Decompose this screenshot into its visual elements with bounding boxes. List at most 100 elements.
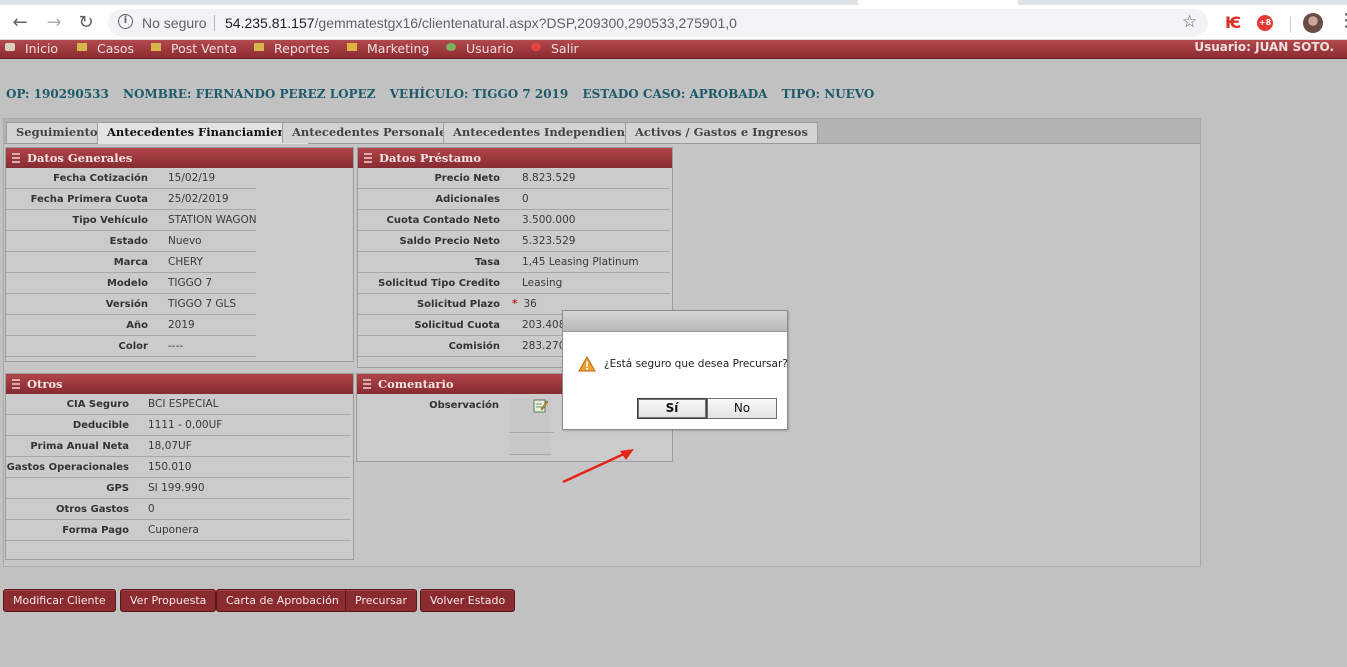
field-value-text: TIGGO 7 GLS bbox=[168, 298, 237, 310]
datos-generales-row: Tipo Vehículo STATION WAGON bbox=[6, 210, 353, 231]
datos-generales-row: Año 2019 bbox=[6, 315, 353, 336]
menu-inicio[interactable]: Inicio bbox=[5, 40, 58, 57]
field-label: Fecha Cotización bbox=[53, 173, 148, 184]
datos-generales-row: Color ---- bbox=[6, 336, 353, 357]
field-label: Otros Gastos bbox=[55, 504, 129, 515]
field-value-text: 1,45 Leasing Platinum bbox=[522, 256, 639, 268]
address-bar[interactable]: i No seguro 54.235.81.157/gemmatestgx16/… bbox=[108, 9, 1208, 37]
tab-seguimiento[interactable]: Seguimiento bbox=[6, 122, 108, 143]
forward-arrow-icon[interactable]: → bbox=[42, 11, 66, 35]
menu-usuario[interactable]: Usuario bbox=[446, 40, 514, 57]
otros-row: CIA Seguro BCI ESPECIAL bbox=[6, 394, 353, 415]
menu-inicio-label: Inicio bbox=[25, 41, 59, 56]
field-value: STATION WAGON bbox=[156, 210, 257, 231]
current-user-label: Usuario: JUAN SOTO. bbox=[1194, 40, 1334, 54]
extension-badge-icon[interactable]: +8 bbox=[1257, 15, 1273, 31]
field-value: ---- bbox=[156, 336, 256, 357]
home-icon bbox=[5, 43, 15, 51]
folder-icon bbox=[151, 43, 161, 51]
carta-aprobacion-button[interactable]: Carta de Aprobación bbox=[216, 589, 349, 612]
field-value-text: 15/02/19 bbox=[168, 172, 216, 184]
field-label: Solicitud Plazo bbox=[416, 299, 500, 310]
dialog-titlebar[interactable] bbox=[563, 311, 787, 332]
info-icon[interactable]: i bbox=[118, 14, 133, 29]
field-value-text: CHERY bbox=[168, 256, 203, 268]
menu-post-venta[interactable]: Post Venta bbox=[151, 40, 237, 57]
dialog-yes-button[interactable]: Sí bbox=[637, 398, 707, 419]
otros-row: Otros Gastos 0 bbox=[6, 499, 353, 520]
field-label: Estado bbox=[109, 236, 148, 247]
edit-note-icon[interactable] bbox=[533, 398, 548, 413]
otros-row: Deducible 1111 - 0,00UF bbox=[6, 415, 353, 436]
field-value: 3.500.000 bbox=[510, 210, 670, 231]
case-summary: OP: 190290533 NOMBRE: FERNANDO PEREZ LOP… bbox=[6, 87, 884, 101]
tab-antecedentes-independiente[interactable]: Antecedentes Independiente bbox=[443, 122, 648, 143]
datos-prestamo-row: Adicionales 0 bbox=[358, 189, 672, 210]
kebab-menu-icon[interactable]: ⋮ bbox=[1337, 11, 1347, 31]
omnibox-divider bbox=[214, 15, 215, 31]
field-value: 1,45 Leasing Platinum bbox=[510, 252, 670, 273]
tab-antecedentes-financiamiento[interactable]: Antecedentes Financiamiento bbox=[97, 122, 309, 144]
field-value-text: 2019 bbox=[168, 319, 195, 331]
toolbar-divider bbox=[1290, 17, 1291, 33]
field-label: Marca bbox=[113, 257, 148, 268]
summary-estado: ESTADO CASO: APROBADA bbox=[582, 87, 768, 101]
field-value-text: SI 199.990 bbox=[148, 482, 205, 494]
field-label: Modelo bbox=[106, 278, 148, 289]
dialog-no-button[interactable]: No bbox=[707, 398, 777, 419]
field-value: 150.010 bbox=[136, 457, 351, 478]
datos-prestamo-row: Tasa 1,45 Leasing Platinum bbox=[358, 252, 672, 273]
menu-reportes[interactable]: Reportes bbox=[254, 40, 330, 57]
field-label: Gastos Operacionales bbox=[6, 462, 129, 473]
field-value-text: 25/02/2019 bbox=[168, 193, 229, 205]
panel-title: Datos Generales bbox=[27, 151, 133, 165]
precursar-button[interactable]: Precursar bbox=[345, 589, 418, 612]
app-area: Inicio Casos Post Venta Reportes Marketi… bbox=[0, 40, 1347, 667]
menu-casos[interactable]: Casos bbox=[77, 40, 134, 57]
field-value: Nuevo bbox=[156, 231, 256, 252]
tab-strip: Seguimiento Antecedentes Financiamiento … bbox=[4, 119, 1200, 144]
field-label: Tasa bbox=[475, 257, 500, 268]
modificar-cliente-button[interactable]: Modificar Cliente bbox=[3, 589, 116, 612]
pdf-extension-icon[interactable]: Ѥ bbox=[1225, 15, 1241, 31]
datos-generales-row: Versión TIGGO 7 GLS bbox=[6, 294, 353, 315]
grip-icon bbox=[12, 379, 20, 389]
tab-antecedentes-personales[interactable]: Antecedentes Personales bbox=[282, 122, 463, 143]
menu-usuario-label: Usuario bbox=[466, 41, 514, 56]
field-label: Color bbox=[118, 341, 148, 352]
field-label: Deducible bbox=[72, 420, 129, 431]
field-label: Cuota Contado Neto bbox=[386, 215, 500, 226]
grip-icon bbox=[363, 379, 371, 389]
folder-icon bbox=[347, 43, 357, 51]
warning-icon bbox=[578, 356, 596, 372]
field-label: Tipo Vehículo bbox=[72, 215, 148, 226]
field-label: Fecha Primera Cuota bbox=[30, 194, 148, 205]
field-value: 18,07UF bbox=[136, 436, 351, 457]
observacion-label: Observación bbox=[429, 400, 499, 411]
menu-marketing[interactable]: Marketing bbox=[347, 40, 429, 57]
volver-estado-button[interactable]: Volver Estado bbox=[420, 589, 516, 612]
browser-toolbar: ← → ↻ i No seguro 54.235.81.157/gemmates… bbox=[0, 5, 1347, 40]
back-arrow-icon[interactable]: ← bbox=[8, 11, 32, 35]
datos-generales-row: Fecha Primera Cuota 25/02/2019 bbox=[6, 189, 353, 210]
field-value: TIGGO 7 bbox=[156, 273, 256, 294]
field-label: CIA Seguro bbox=[66, 399, 129, 410]
insecure-label: No seguro bbox=[142, 15, 207, 31]
profile-avatar[interactable] bbox=[1303, 13, 1323, 33]
bookmark-star-icon[interactable]: ☆ bbox=[1182, 12, 1197, 32]
tab-activos-gastos-ingresos[interactable]: Activos / Gastos e Ingresos bbox=[625, 122, 818, 143]
field-label: Saldo Precio Neto bbox=[399, 236, 500, 247]
field-value: SI 199.990 bbox=[136, 478, 351, 499]
folder-icon bbox=[254, 43, 264, 51]
datos-prestamo-row: Precio Neto 8.823.529 bbox=[358, 168, 672, 189]
otros-rows: CIA Seguro BCI ESPECIAL Deducible 1111 - 0,… bbox=[6, 394, 353, 541]
menu-reportes-label: Reportes bbox=[274, 41, 330, 56]
main-menubar: Inicio Casos Post Venta Reportes Marketi… bbox=[0, 40, 1347, 59]
menu-salir[interactable]: Salir bbox=[531, 40, 579, 57]
field-value-text: 18,07UF bbox=[148, 440, 192, 452]
ver-propuesta-button[interactable]: Ver Propuesta bbox=[120, 589, 217, 612]
url-path: /gemmatestgx16/clientenatural.aspx?DSP,2… bbox=[314, 15, 737, 31]
url-text[interactable]: 54.235.81.157/gemmatestgx16/clientenatur… bbox=[225, 15, 737, 31]
reload-icon[interactable]: ↻ bbox=[74, 11, 98, 35]
menu-marketing-label: Marketing bbox=[367, 41, 430, 56]
